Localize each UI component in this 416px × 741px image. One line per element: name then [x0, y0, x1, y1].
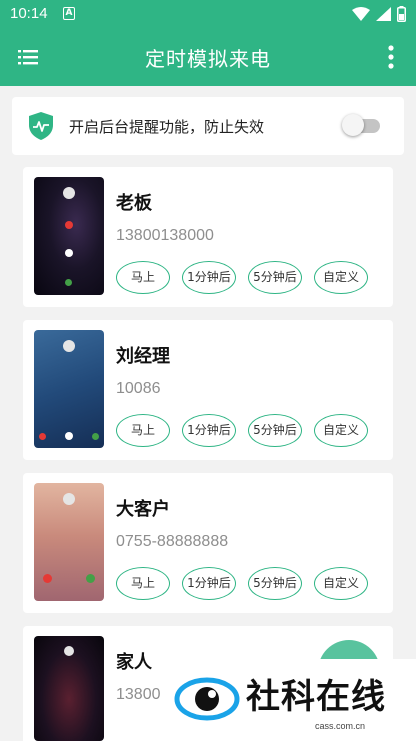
contact-number: 10086: [116, 380, 161, 397]
call-1min-button[interactable]: 1分钟后: [182, 567, 236, 600]
reminder-toggle-label: 开启后台提醒功能，防止失效: [69, 118, 265, 136]
contact-card[interactable]: 大客户 0755-88888888 马上 1分钟后 5分钟后 自定义: [23, 473, 393, 613]
wifi-icon: [352, 7, 370, 21]
call-1min-button[interactable]: 1分钟后: [182, 414, 236, 447]
watermark-url: cass.com.cn: [315, 721, 366, 731]
thumbnail-decline-icon: [65, 221, 73, 229]
status-icons: [352, 6, 406, 22]
more-vert-icon[interactable]: [388, 45, 394, 69]
switch-knob: [342, 114, 364, 136]
call-now-button[interactable]: 马上: [116, 567, 170, 600]
contact-name: 刘经理: [116, 346, 170, 367]
reminder-toggle-switch[interactable]: [342, 114, 380, 136]
shield-icon: [29, 112, 53, 140]
call-now-button[interactable]: 马上: [116, 414, 170, 447]
watermark-text: 社科在线: [246, 677, 386, 717]
contact-number: 13800138000: [116, 227, 214, 244]
contact-name: 大客户: [116, 499, 170, 520]
watermark: 社科在线 cass.com.cn: [160, 659, 416, 741]
call-5min-button[interactable]: 5分钟后: [248, 567, 302, 600]
call-5min-button[interactable]: 5分钟后: [248, 261, 302, 294]
call-screen-thumbnail: [34, 177, 104, 295]
battery-icon: [397, 6, 406, 22]
call-custom-button[interactable]: 自定义: [314, 567, 368, 600]
contact-number: 13800: [116, 686, 161, 703]
contact-number: 0755-88888888: [116, 533, 229, 550]
call-custom-button[interactable]: 自定义: [314, 261, 368, 294]
thumbnail-slider-dot: [65, 432, 73, 440]
thumbnail-answer-icon: [92, 433, 99, 440]
status-time: 10:14: [10, 5, 48, 22]
thumbnail-avatar: [64, 646, 74, 656]
call-5min-button[interactable]: 5分钟后: [248, 414, 302, 447]
thumbnail-decline-icon: [39, 433, 46, 440]
call-1min-button[interactable]: 1分钟后: [182, 261, 236, 294]
reminder-toggle-card: 开启后台提醒功能，防止失效: [12, 97, 404, 155]
contact-name: 老板: [116, 193, 152, 214]
call-screen-thumbnail: [34, 483, 104, 601]
thumbnail-answer-icon: [86, 574, 95, 583]
app-bar: 定时模拟来电: [0, 28, 416, 86]
call-screen-thumbnail: [34, 330, 104, 448]
signal-icon: [376, 7, 391, 21]
call-now-button[interactable]: 马上: [116, 261, 170, 294]
page-title: 定时模拟来电: [145, 47, 271, 71]
status-bar: 10:14 A: [0, 0, 416, 28]
notification-a-icon: A: [63, 7, 75, 20]
thumbnail-avatar: [63, 187, 75, 199]
contact-card[interactable]: 刘经理 10086 马上 1分钟后 5分钟后 自定义: [23, 320, 393, 460]
thumbnail-answer-icon: [65, 279, 72, 286]
call-custom-button[interactable]: 自定义: [314, 414, 368, 447]
contact-card[interactable]: 老板 13800138000 马上 1分钟后 5分钟后 自定义: [23, 167, 393, 307]
eye-logo-icon: [174, 677, 240, 721]
thumbnail-decline-icon: [43, 574, 52, 583]
thumbnail-avatar: [63, 493, 75, 505]
thumbnail-avatar: [63, 340, 75, 352]
contact-name: 家人: [116, 652, 152, 673]
thumbnail-slider-dot: [65, 249, 73, 257]
call-screen-thumbnail: [34, 636, 104, 741]
